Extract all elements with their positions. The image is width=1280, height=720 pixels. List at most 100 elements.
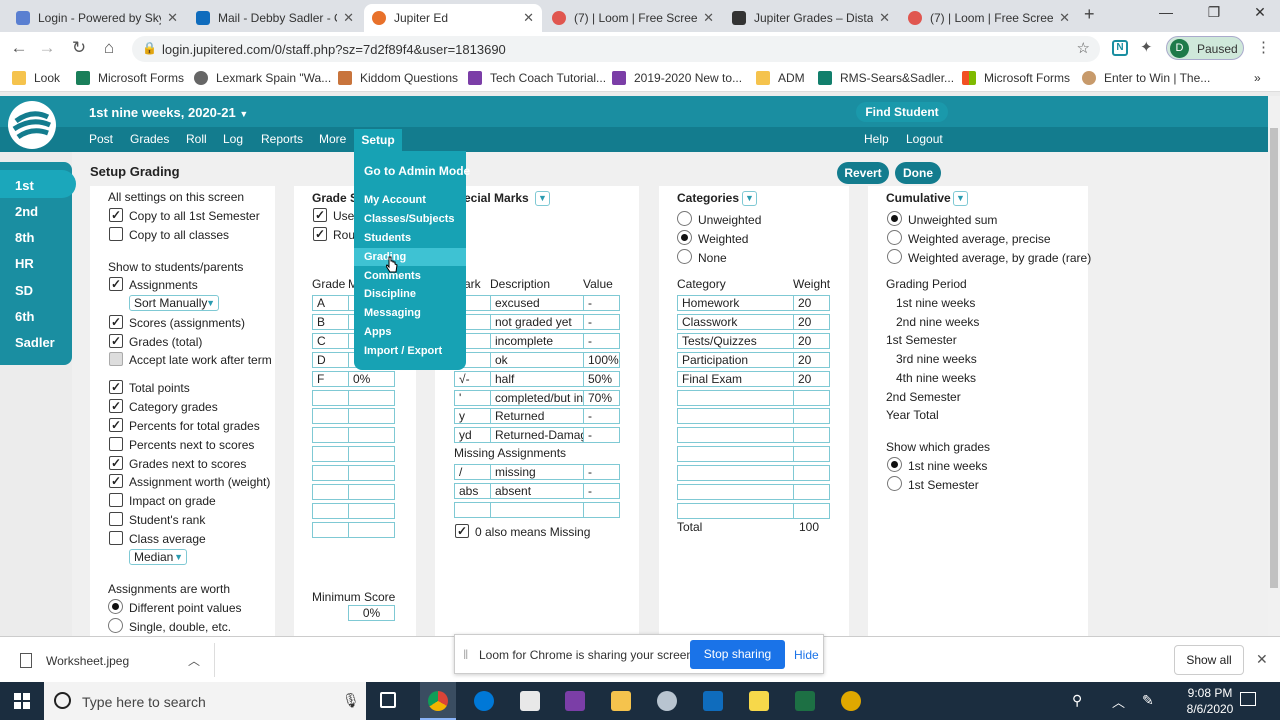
category-name-cell[interactable] (677, 465, 794, 482)
minimize-icon[interactable]: — (1146, 4, 1186, 26)
maximize-icon[interactable]: ❐ (1194, 4, 1234, 26)
grade-cell[interactable] (312, 446, 349, 463)
task-view-icon[interactable] (380, 692, 396, 708)
sidebar-item-sd[interactable]: SD (15, 283, 33, 298)
chevron-up-icon[interactable]: ︿ (1112, 692, 1125, 711)
browser-tab-active[interactable]: Jupiter Ed ✕ (364, 4, 542, 32)
category-weight-cell[interactable]: 20 (793, 313, 830, 330)
menu-item-my-account[interactable]: My Account (364, 194, 426, 206)
description-cell[interactable]: ok (490, 351, 584, 368)
worth-weight-checkbox[interactable]: ✓ (109, 474, 123, 488)
show-nine-weeks-radio[interactable] (887, 457, 902, 472)
help-link[interactable]: Help (864, 132, 889, 146)
term-selector[interactable]: 1st nine weeks, 2020-21 ▼ (89, 105, 248, 120)
description-cell[interactable] (490, 501, 584, 518)
description-cell[interactable]: Returned (490, 408, 584, 425)
sticky-notes-icon[interactable] (749, 691, 769, 711)
forward-icon[interactable]: → (36, 38, 58, 58)
copy-semester-checkbox[interactable]: ✓ (109, 208, 123, 222)
grade-cell[interactable]: A (312, 295, 349, 311)
category-name-cell[interactable] (677, 502, 794, 519)
late-work-checkbox[interactable] (109, 352, 123, 366)
grade-cell[interactable] (312, 389, 349, 406)
app-icon[interactable] (841, 691, 861, 711)
hide-button[interactable]: Hide (794, 648, 819, 662)
people-icon[interactable]: ⚲ (1072, 692, 1082, 709)
description-cell[interactable]: half (490, 370, 584, 387)
sidebar-item-6th[interactable]: 6th (15, 309, 35, 324)
round-checkbox[interactable]: ✓ (313, 227, 327, 241)
category-name-cell[interactable] (677, 446, 794, 463)
category-name-cell[interactable]: Final Exam (677, 370, 794, 387)
file-explorer-icon[interactable] (611, 691, 631, 711)
mark-cell[interactable]: y (454, 408, 491, 425)
profile-button[interactable]: D Paused (1166, 36, 1244, 60)
percents-scores-checkbox[interactable] (109, 437, 123, 451)
category-weight-cell[interactable]: 20 (793, 370, 830, 387)
reload-icon[interactable]: ↻ (68, 38, 90, 58)
category-weight-cell[interactable] (793, 408, 830, 425)
window-close-icon[interactable]: ✕ (1240, 4, 1280, 26)
rank-checkbox[interactable] (109, 512, 123, 526)
sidebar-item-hr[interactable]: HR (15, 256, 34, 271)
grade-cell[interactable] (312, 521, 349, 538)
excel-icon[interactable] (795, 691, 815, 711)
bookmark-item[interactable]: ADM (756, 71, 805, 85)
category-weight-cell[interactable] (793, 427, 830, 444)
min-percent-cell[interactable] (348, 408, 395, 425)
category-weight-cell[interactable] (793, 484, 830, 500)
mark-cell[interactable]: abs (454, 482, 491, 499)
category-weight-cell[interactable]: 20 (793, 351, 830, 368)
description-cell[interactable]: not graded yet (490, 313, 584, 330)
description-cell[interactable]: completed/but inc (490, 389, 584, 406)
category-grades-checkbox[interactable]: ✓ (109, 399, 123, 413)
grade-cell[interactable] (312, 484, 349, 500)
bookmark-star-icon[interactable]: ☆ (1077, 39, 1090, 57)
close-icon[interactable]: ✕ (343, 10, 354, 26)
sidebar-item-2nd[interactable]: 2nd (15, 204, 38, 219)
category-weight-cell[interactable]: 20 (793, 295, 830, 311)
min-percent-cell[interactable] (348, 465, 395, 482)
bookmark-item[interactable]: Tech Coach Tutorial... (468, 71, 606, 85)
min-percent-cell[interactable] (348, 502, 395, 519)
weighted-radio[interactable] (677, 230, 692, 245)
weighted-precise-radio[interactable] (887, 230, 902, 245)
unweighted-sum-radio[interactable] (887, 211, 902, 226)
logout-link[interactable]: Logout (906, 132, 943, 146)
grade-cell[interactable]: C (312, 332, 349, 349)
min-percent-cell[interactable] (348, 427, 395, 444)
sidebar-item-sadler[interactable]: Sadler (15, 335, 55, 350)
browser-tab[interactable]: Jupiter Grades – Distan ✕ (724, 4, 898, 32)
description-cell[interactable]: missing (490, 464, 584, 480)
grade-cell[interactable] (312, 408, 349, 425)
close-icon[interactable]: ✕ (703, 10, 714, 26)
grade-cell[interactable]: F (312, 370, 349, 387)
weighted-by-grade-radio[interactable] (887, 249, 902, 264)
close-icon[interactable]: ✕ (1059, 10, 1070, 26)
show-semester-radio[interactable] (887, 476, 902, 491)
bookmark-item[interactable]: Microsoft Forms (76, 71, 184, 85)
impact-checkbox[interactable] (109, 493, 123, 507)
min-percent-cell[interactable] (348, 484, 395, 500)
menu-item-students[interactable]: Students (364, 232, 411, 244)
total-points-checkbox[interactable]: ✓ (109, 380, 123, 394)
min-percent-cell[interactable] (348, 446, 395, 463)
mark-cell[interactable] (454, 501, 491, 518)
mark-cell[interactable]: ' (454, 389, 491, 406)
grade-cell[interactable]: D (312, 351, 349, 368)
value-cell[interactable]: 100% (583, 351, 620, 368)
new-tab-button[interactable]: + (1084, 4, 1095, 25)
value-cell[interactable]: - (583, 408, 620, 425)
bookmark-item[interactable]: Kiddom Questions (338, 71, 458, 85)
mark-cell[interactable]: √- (454, 370, 491, 387)
menu-roll[interactable]: Roll (186, 132, 207, 146)
find-student-button[interactable]: Find Student (856, 102, 948, 122)
category-weight-cell[interactable] (793, 502, 830, 519)
menu-item-apps[interactable]: Apps (364, 326, 392, 338)
median-dropdown[interactable]: Median ▼ (129, 549, 187, 565)
category-name-cell[interactable]: Homework (677, 295, 794, 311)
description-cell[interactable]: excused (490, 295, 584, 311)
clock-time[interactable]: 9:08 PM (1180, 686, 1240, 700)
menu-item-admin-mode[interactable]: Go to Admin Mode (364, 164, 470, 178)
category-name-cell[interactable] (677, 408, 794, 425)
